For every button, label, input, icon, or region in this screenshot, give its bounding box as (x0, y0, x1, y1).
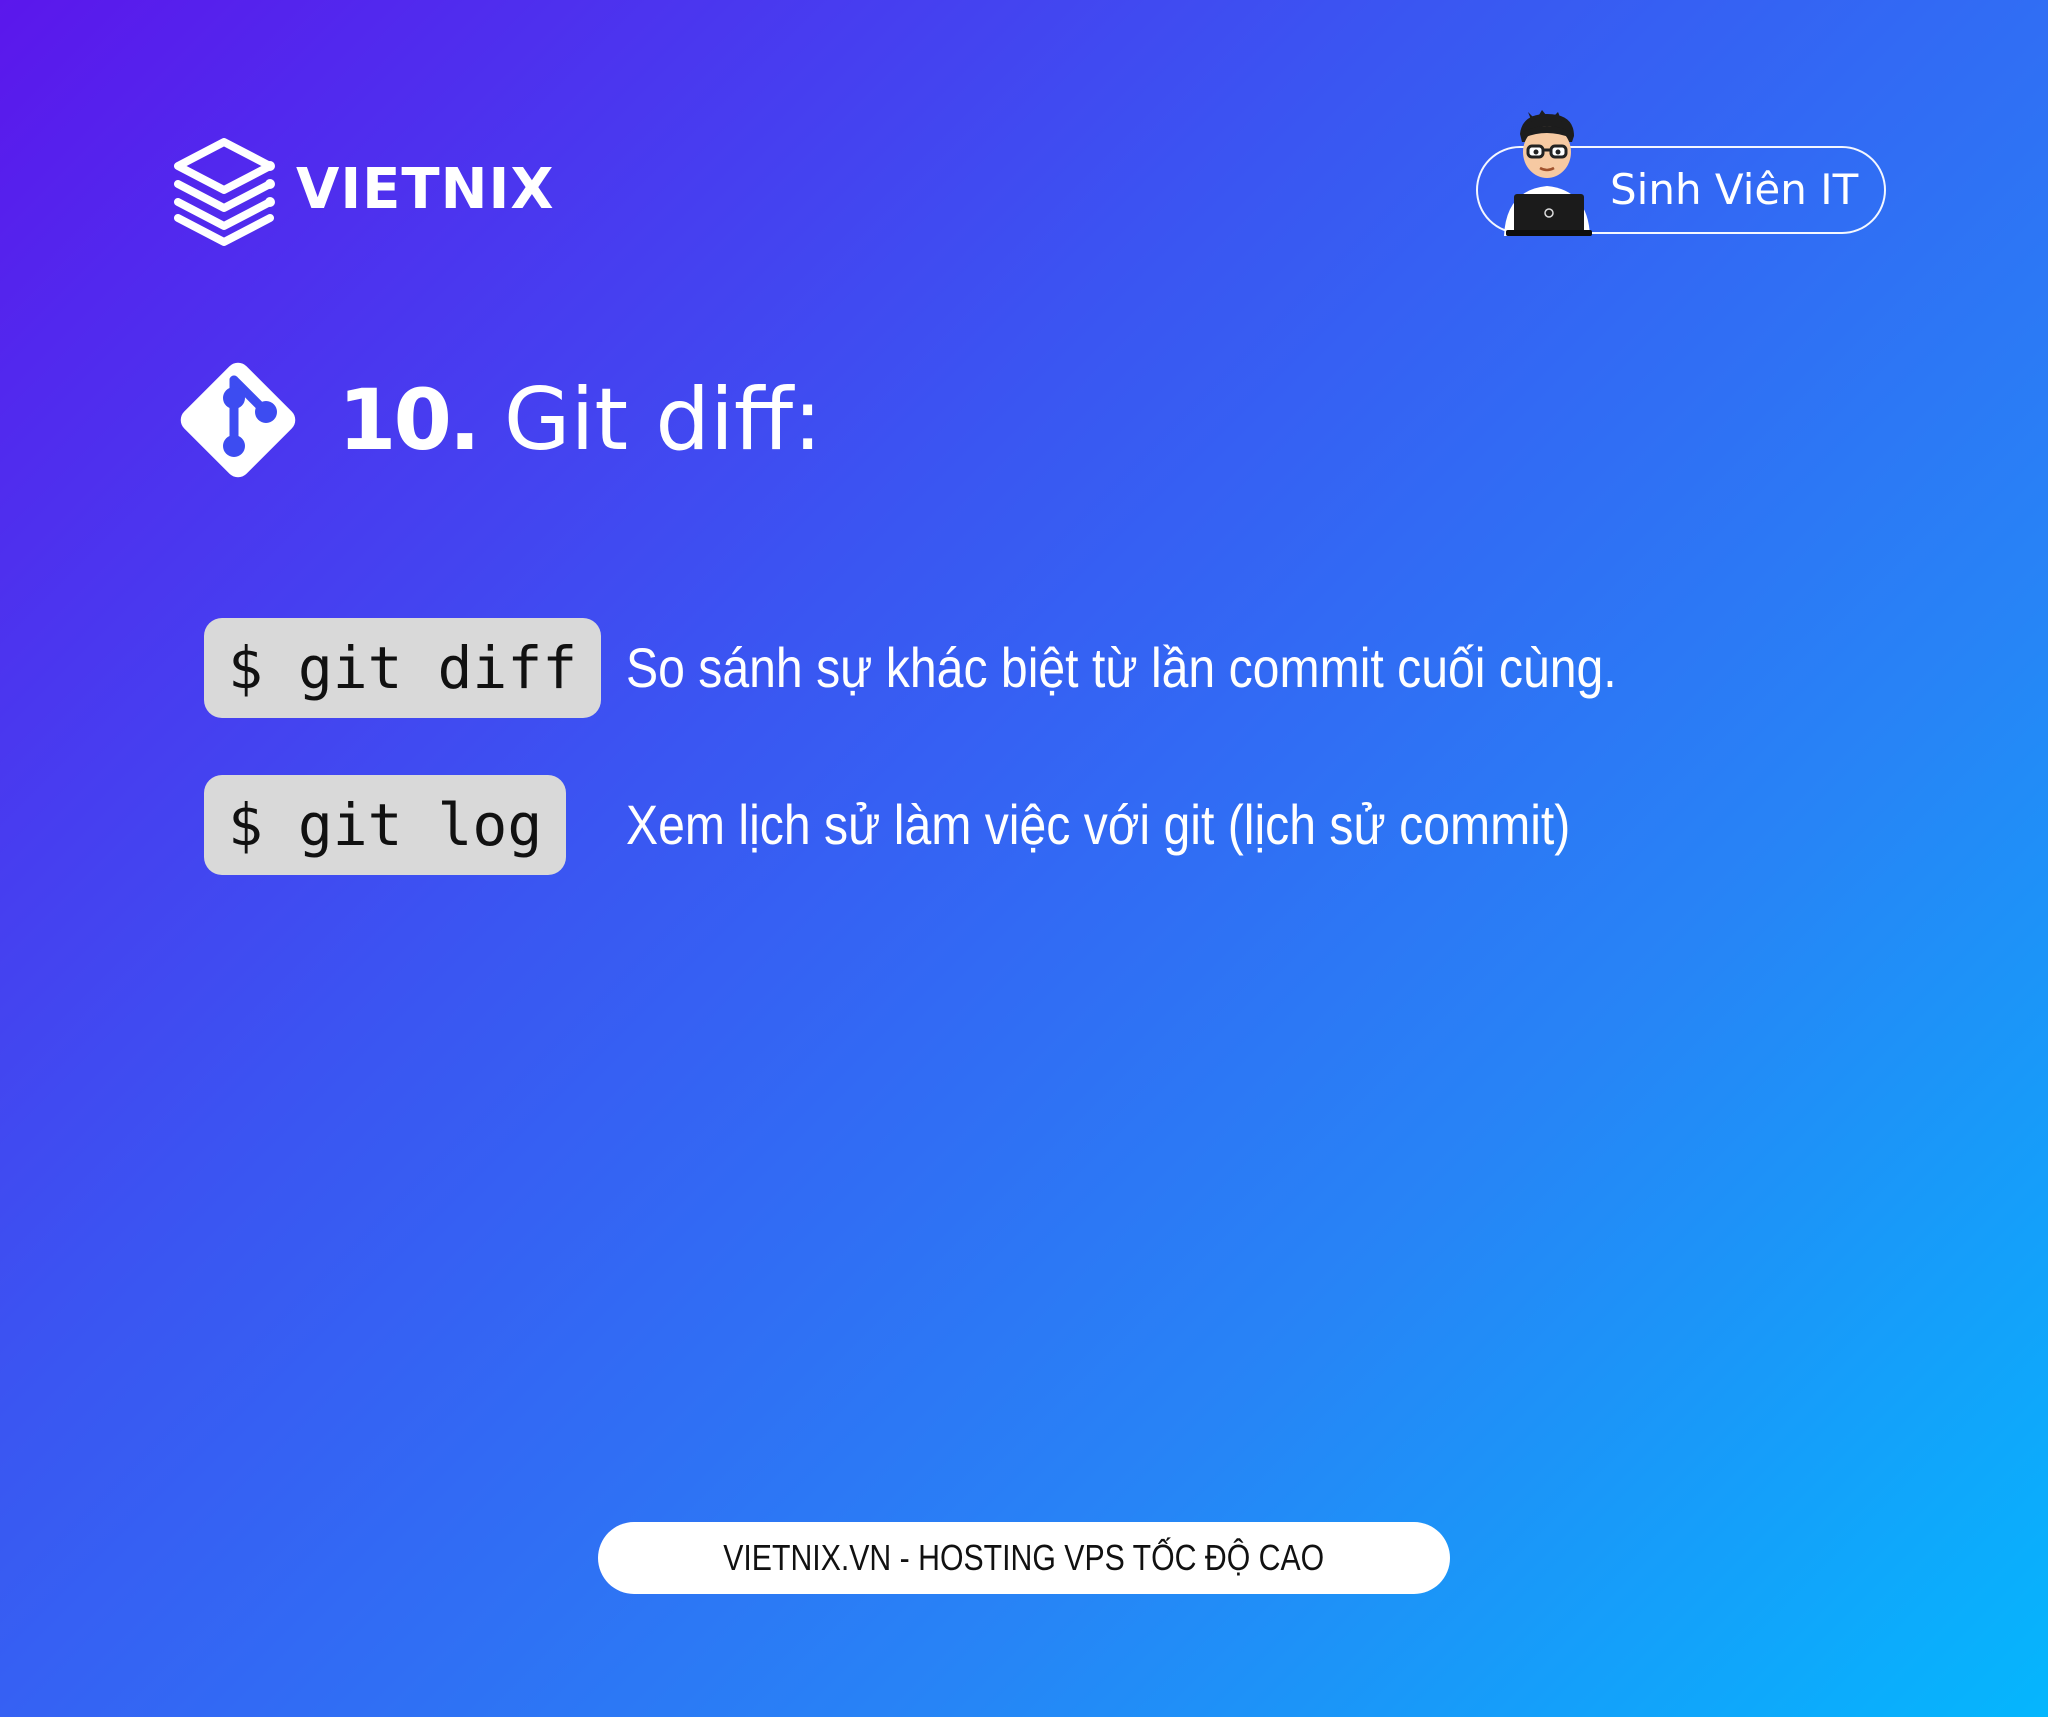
sinh-vien-it-badge[interactable]: Sinh Viên IT (1476, 110, 1886, 236)
command-row-git-diff: $ git diff (204, 618, 602, 718)
command-code[interactable]: $ git diff (204, 618, 602, 718)
footer-text: VIETNIX.VN - HOSTING VPS TỐC ĐỘ CAO (723, 1537, 1325, 1578)
command-code[interactable]: $ git log (204, 775, 567, 875)
student-avatar-icon (1504, 110, 1592, 236)
section-heading: 10. Git diff: (168, 350, 822, 490)
stacked-layers-icon (174, 138, 275, 246)
heading-number: 10. (338, 371, 481, 469)
heading-title: Git diff: (503, 370, 823, 470)
command-description: Xem lịch sử làm việc với git (lịch sử co… (626, 793, 1571, 856)
brand-name: VIETNIX (296, 157, 555, 222)
brand-logo[interactable]: VIETNIX (172, 132, 555, 248)
badge-label: Sinh Viên IT (1610, 165, 1859, 214)
command-description: So sánh sự khác biệt từ lần commit cuối … (626, 636, 1617, 699)
git-icon (180, 362, 296, 478)
command-row-git-log: $ git log (204, 775, 567, 875)
footer-banner[interactable]: VIETNIX.VN - HOSTING VPS TỐC ĐỘ CAO (598, 1522, 1450, 1594)
